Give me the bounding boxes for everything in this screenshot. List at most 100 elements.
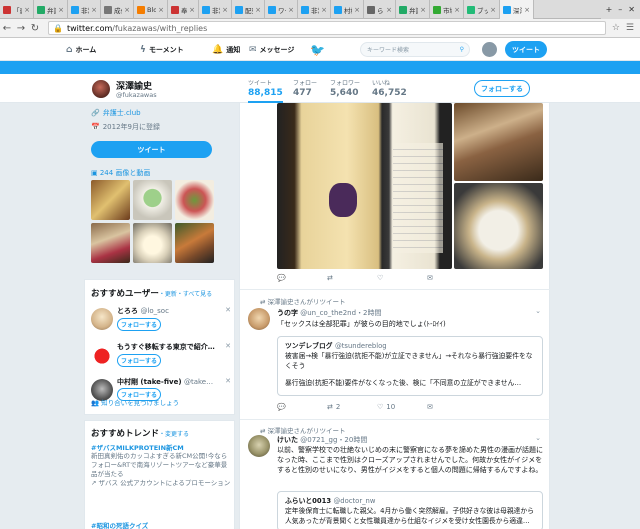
reply-icon[interactable]: 💬	[277, 274, 327, 282]
reply-icon[interactable]: 💬	[277, 403, 327, 411]
avatar[interactable]	[91, 308, 113, 330]
nav-moments[interactable]: ϟ モーメント	[140, 38, 184, 61]
stat-followers[interactable]: フォロワー 5,640	[330, 78, 360, 98]
tweet-header[interactable]: うの字 @un_co_the2nd・2時間	[277, 308, 382, 318]
quoted-tweet[interactable]: ツンデレブログ @tsundereblog 被害届→検「暴行強迫(抗拒不能)が立…	[277, 336, 543, 396]
media-thumb[interactable]	[133, 223, 172, 263]
browser-tab[interactable]: 非常×	[68, 0, 101, 19]
favicon-icon	[202, 5, 210, 14]
close-tab-icon[interactable]: ×	[255, 6, 261, 14]
trend-item[interactable]: #昭和の死語クイズ	[91, 520, 148, 529]
search-input[interactable]: キーワード検索 ⚲	[360, 42, 470, 57]
minimize-icon[interactable]: –	[618, 5, 622, 14]
browser-tab[interactable]: 深澤×	[500, 0, 534, 19]
find-friends-link[interactable]: 👥 知り合いを見つけましょう	[91, 397, 179, 407]
retweet-context[interactable]: ⇄ 深澤諭史さんがリツイート	[260, 425, 346, 435]
chevron-down-icon[interactable]: ⌄	[535, 307, 541, 315]
forward-icon[interactable]: →	[14, 23, 28, 34]
menu-icon[interactable]: ☰	[626, 23, 634, 33]
reload-icon[interactable]: ↻	[28, 23, 42, 34]
twitter-bird-icon[interactable]: 🐦	[310, 43, 325, 57]
media-link[interactable]: ▣ 244 画像と動画	[91, 168, 150, 178]
profile-website[interactable]: 🔗 弁護士.club	[91, 108, 141, 118]
browser-tab[interactable]: 非常×	[199, 0, 232, 19]
tweet-photo[interactable]	[277, 103, 452, 269]
stat-following[interactable]: フォロー 477	[293, 78, 317, 98]
dismiss-icon[interactable]: ✕	[225, 342, 231, 350]
browser-tab[interactable]: 村松×	[331, 0, 364, 19]
nav-notifications[interactable]: 🔔 通知	[212, 38, 240, 61]
close-tab-icon[interactable]: ×	[524, 6, 530, 14]
close-tab-icon[interactable]: ×	[222, 6, 228, 14]
search-icon[interactable]: ⚲	[460, 46, 464, 53]
account-avatar[interactable]	[482, 42, 497, 57]
trend-item[interactable]: #ザバスMILKPROTEIN新CM 新田真剣佑のカッコよすぎる新CM公開!今な…	[91, 442, 231, 488]
close-window-icon[interactable]: ✕	[628, 5, 635, 14]
tweet-avatar[interactable]	[248, 308, 270, 330]
close-tab-icon[interactable]: ×	[288, 6, 294, 14]
browser-tab[interactable]: 非常×	[298, 0, 331, 19]
dismiss-icon[interactable]: ✕	[225, 377, 231, 385]
browser-tab[interactable]: 「患者×	[0, 0, 34, 19]
browser-tab[interactable]: 配列×	[232, 0, 265, 19]
direct-message-icon[interactable]: ✉	[427, 403, 477, 411]
stat-likes[interactable]: いいね 46,752	[372, 78, 407, 98]
media-thumb[interactable]	[91, 180, 130, 220]
close-tab-icon[interactable]: ×	[58, 6, 64, 14]
stat-tweets[interactable]: ツイート 88,815	[248, 78, 283, 103]
retweet-icon[interactable]: ⇄	[327, 274, 377, 282]
back-icon[interactable]: ←	[0, 23, 14, 34]
follow-suggestion-button[interactable]: フォローする	[117, 354, 161, 367]
tweet-photo[interactable]	[454, 183, 543, 269]
media-thumb[interactable]	[175, 180, 214, 220]
profile-avatar[interactable]	[91, 79, 111, 99]
avatar[interactable]	[91, 344, 113, 366]
tweet-to-button[interactable]: ツイート	[91, 141, 212, 158]
nav-messages[interactable]: ✉ メッセージ	[249, 38, 294, 61]
tweet-photo[interactable]	[454, 103, 543, 181]
dismiss-icon[interactable]: ✕	[225, 306, 231, 314]
refresh-link[interactable]: ・更新・すべて見る	[159, 291, 212, 298]
browser-tab[interactable]: 奉納×	[168, 0, 199, 19]
close-tab-icon[interactable]: ×	[420, 6, 426, 14]
like-icon[interactable]: ♡	[377, 274, 427, 282]
chevron-down-icon[interactable]: ⌄	[535, 434, 541, 442]
tweet-button-top[interactable]: ツイート	[505, 41, 547, 58]
nav-home[interactable]: ⌂ ホーム	[66, 38, 96, 61]
close-tab-icon[interactable]: ×	[386, 6, 392, 14]
close-tab-icon[interactable]: ×	[354, 6, 360, 14]
browser-tab[interactable]: Blogg×	[134, 0, 168, 19]
star-icon[interactable]: ☆	[612, 23, 620, 33]
close-tab-icon[interactable]: ×	[91, 6, 97, 14]
tweet-author-handle: @un_co_the2nd	[300, 309, 357, 317]
browser-tab[interactable]: らめ×	[364, 0, 396, 19]
tweet-avatar[interactable]	[248, 435, 270, 457]
address-bar[interactable]: 🔒 twitter.com/fukazawas/with_replies	[48, 21, 606, 35]
close-tab-icon[interactable]: ×	[454, 6, 460, 14]
browser-tab[interactable]: ブック×	[464, 0, 500, 19]
browser-tab[interactable]: 弁護士×	[34, 0, 68, 19]
quote-author-name: ふらいと0013	[285, 497, 332, 505]
close-tab-icon[interactable]: ×	[158, 6, 164, 14]
browser-tab[interactable]: 市場×	[430, 0, 464, 19]
profile-handle[interactable]: @fukazawas	[116, 91, 157, 99]
follow-button[interactable]: フォローする	[474, 80, 530, 97]
quoted-tweet[interactable]: ふらいと0013 @doctor_nw 定年後保育士に転職した親父。4月から働く…	[277, 491, 543, 529]
close-tab-icon[interactable]: ×	[189, 6, 195, 14]
close-tab-icon[interactable]: ×	[24, 6, 30, 14]
close-tab-icon[interactable]: ×	[490, 6, 496, 14]
close-tab-icon[interactable]: ×	[124, 6, 130, 14]
media-thumb[interactable]	[175, 223, 214, 263]
tweet-header[interactable]: けいた @0721_gg・20時間	[277, 435, 367, 445]
retweet-context[interactable]: ⇄ 深澤諭史さんがリツイート	[260, 296, 346, 306]
direct-message-icon[interactable]: ✉	[427, 274, 477, 282]
media-thumb[interactable]	[133, 180, 172, 220]
browser-tab[interactable]: 弁護士×	[396, 0, 430, 19]
follow-suggestion-button[interactable]: フォローする	[117, 318, 161, 331]
new-tab-icon[interactable]: +	[606, 5, 613, 14]
media-thumb[interactable]	[91, 223, 130, 263]
browser-tab[interactable]: ワーキ×	[265, 0, 298, 19]
close-tab-icon[interactable]: ×	[321, 6, 327, 14]
browser-tab[interactable]: 成仏し×	[101, 0, 134, 19]
change-trends-link[interactable]: ・変更する	[159, 431, 189, 438]
